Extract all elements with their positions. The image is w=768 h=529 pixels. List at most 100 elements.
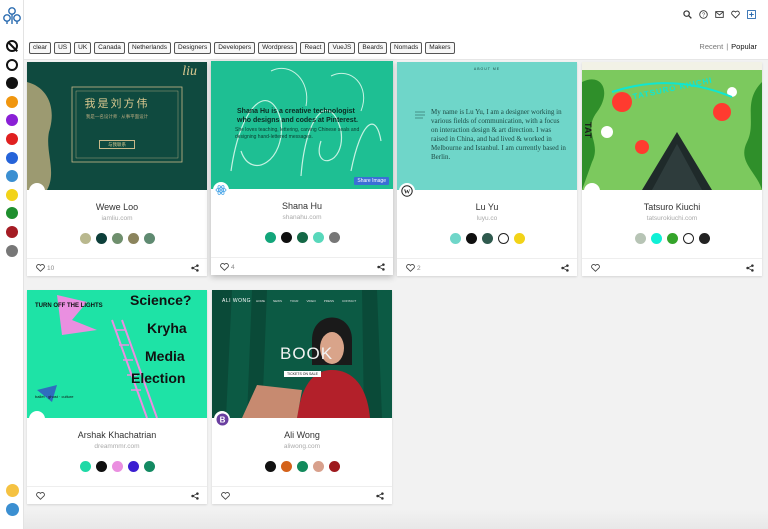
card-url[interactable]: luyu.co xyxy=(397,215,577,222)
sort-recent[interactable]: Recent xyxy=(699,42,723,51)
heart-icon[interactable] xyxy=(36,264,45,272)
palette-swatch[interactable] xyxy=(465,233,477,244)
profile-card[interactable]: ALI WONG HOME NEWS TOUR VIDEO PRESS CONT… xyxy=(212,290,392,504)
palette-swatch[interactable] xyxy=(328,232,340,243)
palette-swatch[interactable] xyxy=(312,461,324,472)
card-url[interactable]: tatsurokiuchi.com xyxy=(582,215,762,222)
sort-popular[interactable]: Popular xyxy=(731,42,757,51)
palette-swatch[interactable] xyxy=(79,461,91,472)
mail-icon[interactable] xyxy=(715,10,724,19)
card-name[interactable]: Tatsuro Kiuchi xyxy=(582,202,762,212)
color-swatch[interactable] xyxy=(6,114,18,127)
palette-swatch[interactable] xyxy=(497,233,509,244)
palette-swatch[interactable] xyxy=(280,461,292,472)
palette-swatch[interactable] xyxy=(127,461,139,472)
palette-swatch[interactable] xyxy=(698,233,710,244)
tag-filter[interactable]: Canada xyxy=(94,42,125,54)
tag-filter[interactable]: Designers xyxy=(174,42,212,54)
card-url[interactable]: aliwong.com xyxy=(212,443,392,450)
tag-filter[interactable]: VueJS xyxy=(328,42,356,54)
palette-swatch[interactable] xyxy=(95,461,107,472)
color-swatch[interactable] xyxy=(6,226,18,238)
palette-swatch[interactable] xyxy=(111,233,123,244)
color-swatch[interactable] xyxy=(6,188,18,201)
color-swatch[interactable] xyxy=(6,170,18,183)
palette-swatch[interactable] xyxy=(682,233,694,244)
heart-icon[interactable] xyxy=(406,264,415,272)
color-swatch[interactable] xyxy=(6,58,18,71)
share-icon[interactable] xyxy=(376,492,384,500)
card-url[interactable]: shanahu.com xyxy=(211,214,393,221)
logo-icon[interactable] xyxy=(2,6,22,26)
tag-filter[interactable]: Netherlands xyxy=(127,42,171,54)
share-icon[interactable] xyxy=(746,264,754,272)
palette-swatch[interactable] xyxy=(634,233,646,244)
share-icon[interactable] xyxy=(191,264,199,272)
profile-card[interactable]: TURN OFF THE LIGHTS Science? Kryha Media… xyxy=(27,290,207,504)
add-icon[interactable] xyxy=(747,10,756,19)
palette-swatch[interactable] xyxy=(95,233,107,244)
profile-card[interactable]: TATSURO KIUCHI TAT Tatsuro Kiuchi tatsur… xyxy=(582,62,762,276)
palette-swatch[interactable] xyxy=(143,233,155,244)
heart-icon[interactable] xyxy=(36,492,45,500)
heart-icon[interactable] xyxy=(731,10,740,19)
color-swatch[interactable] xyxy=(6,133,18,145)
palette-swatch[interactable] xyxy=(280,232,292,243)
site-screenshot[interactable]: TATSURO KIUCHI TAT xyxy=(582,62,762,190)
card-url[interactable]: dreammmr.com xyxy=(27,443,207,450)
share-icon[interactable] xyxy=(377,263,385,271)
palette-swatch[interactable] xyxy=(296,232,308,243)
color-swatch[interactable] xyxy=(6,95,18,108)
palette-swatch[interactable] xyxy=(513,233,525,244)
site-screenshot[interactable]: ABOUT ME My name is Lu Yu, I am a design… xyxy=(397,62,577,190)
card-url[interactable]: iamliu.com xyxy=(27,215,207,222)
tag-filter[interactable]: UK xyxy=(74,42,92,54)
heart-icon[interactable] xyxy=(220,263,229,271)
tag-filter[interactable]: React xyxy=(300,42,326,54)
palette-swatch[interactable] xyxy=(111,461,123,472)
tag-filter[interactable]: US xyxy=(54,42,72,54)
palette-swatch[interactable] xyxy=(650,233,662,244)
tag-filter[interactable]: Makers xyxy=(425,42,455,54)
palette-swatch[interactable] xyxy=(449,233,461,244)
palette-swatch[interactable] xyxy=(328,461,340,472)
palette-swatch[interactable] xyxy=(481,233,493,244)
user-avatar[interactable] xyxy=(6,484,19,497)
profile-card[interactable]: ABOUT ME My name is Lu Yu, I am a design… xyxy=(397,62,577,276)
profile-card[interactable]: Shana Hu is a creative technologist who … xyxy=(211,61,393,275)
color-swatch[interactable] xyxy=(6,77,18,90)
help-icon[interactable]: ? xyxy=(699,10,708,19)
clear-color-icon[interactable] xyxy=(6,40,18,52)
tag-filter[interactable]: Nomads xyxy=(389,42,423,54)
account-avatar[interactable] xyxy=(6,503,19,516)
share-image-button[interactable]: Share Image xyxy=(354,177,389,185)
site-screenshot[interactable]: ALI WONG HOME NEWS TOUR VIDEO PRESS CONT… xyxy=(212,290,392,418)
share-icon[interactable] xyxy=(191,492,199,500)
palette-swatch[interactable] xyxy=(264,232,276,243)
card-name[interactable]: Wewe Loo xyxy=(27,202,207,212)
heart-icon[interactable] xyxy=(591,264,600,272)
tag-filter[interactable]: Beards xyxy=(358,42,387,54)
card-name[interactable]: Arshak Khachatrian xyxy=(27,430,207,440)
palette-swatch[interactable] xyxy=(296,461,308,472)
share-icon[interactable] xyxy=(561,264,569,272)
palette-swatch[interactable] xyxy=(666,233,678,244)
site-screenshot[interactable]: 我是刘方伟 我是一名设计师 · 从事平面设计 与我联系 liu xyxy=(27,62,207,190)
profile-card[interactable]: 我是刘方伟 我是一名设计师 · 从事平面设计 与我联系 liu Wewe Loo… xyxy=(27,62,207,276)
site-screenshot[interactable]: TURN OFF THE LIGHTS Science? Kryha Media… xyxy=(27,290,207,418)
tag-filter[interactable]: clear xyxy=(29,42,52,54)
palette-swatch[interactable] xyxy=(127,233,139,244)
card-name[interactable]: Ali Wong xyxy=(212,430,392,440)
palette-swatch[interactable] xyxy=(312,232,324,243)
card-name[interactable]: Lu Yu xyxy=(397,202,577,212)
tag-filter[interactable]: Developers xyxy=(214,42,256,54)
tag-filter[interactable]: Wordpress xyxy=(258,42,298,54)
card-name[interactable]: Shana Hu xyxy=(211,201,393,211)
color-swatch[interactable] xyxy=(2,203,22,224)
search-icon[interactable] xyxy=(683,10,692,19)
heart-icon[interactable] xyxy=(221,492,230,500)
color-swatch[interactable] xyxy=(6,244,18,257)
palette-swatch[interactable] xyxy=(264,461,276,472)
site-screenshot[interactable]: Shana Hu is a creative technologist who … xyxy=(211,61,393,189)
color-swatch[interactable] xyxy=(6,151,18,164)
